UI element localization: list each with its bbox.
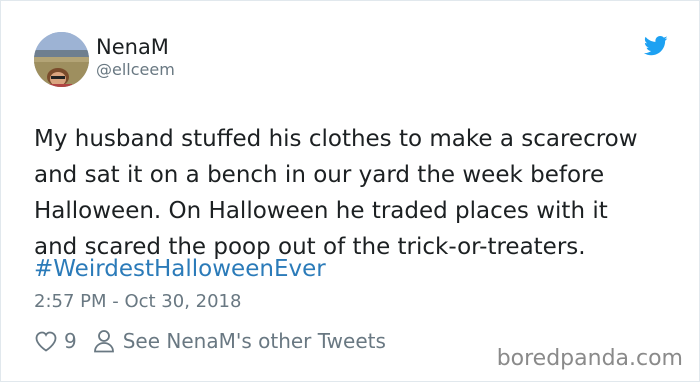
tweet-text-line: Halloween. On Halloween he traded places… [34, 198, 608, 224]
like-count[interactable]: 9 [64, 329, 77, 353]
display-name[interactable]: NenaM [96, 35, 169, 59]
tweet-text-line: and sat it on a bench in our yard the we… [34, 162, 605, 188]
avatar[interactable] [34, 32, 89, 87]
tweet-timestamp[interactable]: 2:57 PM - Oct 30, 2018 [34, 291, 241, 313]
tweet-text: My husband stuffed his clothes to make a… [34, 121, 674, 265]
tweet-card: NenaM @ellceem My husband stuffed his cl… [0, 0, 700, 382]
heart-icon[interactable] [34, 330, 58, 352]
tweet-text-line: My husband stuffed his clothes to make a… [34, 126, 638, 152]
user-handle[interactable]: @ellceem [96, 61, 175, 79]
watermark: boredpanda.com [496, 346, 683, 371]
avatar-photo [34, 32, 89, 87]
twitter-bird-icon[interactable] [644, 36, 668, 56]
person-icon[interactable] [93, 329, 115, 353]
hashtag-link[interactable]: #WeirdestHalloweenEver [34, 254, 326, 284]
tweet-actions: 9 See NenaM's other Tweets [34, 327, 386, 355]
see-other-tweets-link[interactable]: See NenaM's other Tweets [123, 329, 386, 353]
